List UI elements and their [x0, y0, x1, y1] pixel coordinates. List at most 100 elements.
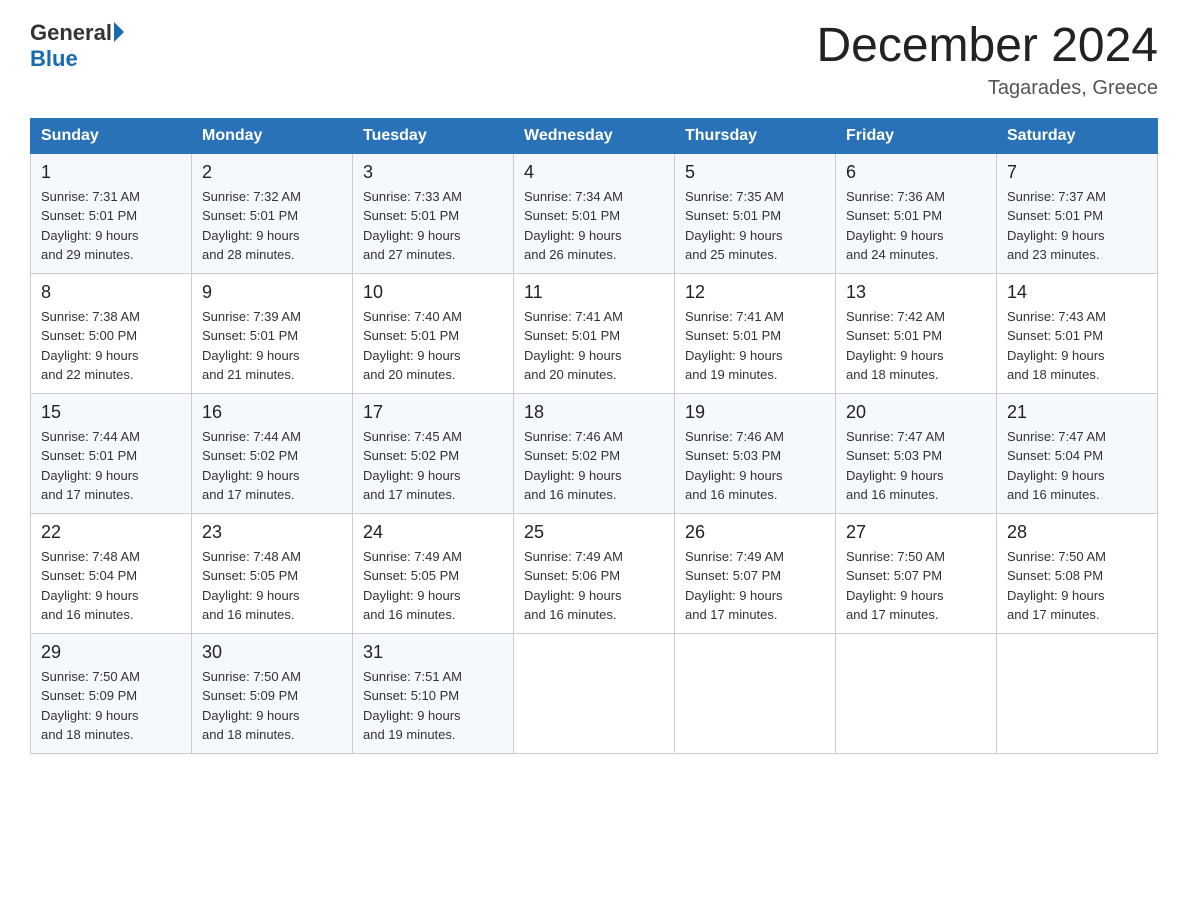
- day-number: 9: [202, 282, 342, 303]
- day-number: 14: [1007, 282, 1147, 303]
- day-number: 31: [363, 642, 503, 663]
- day-number: 28: [1007, 522, 1147, 543]
- day-info: Sunrise: 7:37 AM Sunset: 5:01 PM Dayligh…: [1007, 187, 1147, 265]
- calendar-week-row: 1 Sunrise: 7:31 AM Sunset: 5:01 PM Daylig…: [31, 153, 1158, 273]
- day-info: Sunrise: 7:50 AM Sunset: 5:07 PM Dayligh…: [846, 547, 986, 625]
- day-number: 16: [202, 402, 342, 423]
- day-info: Sunrise: 7:49 AM Sunset: 5:06 PM Dayligh…: [524, 547, 664, 625]
- col-wednesday: Wednesday: [514, 118, 675, 153]
- day-number: 1: [41, 162, 181, 183]
- day-info: Sunrise: 7:48 AM Sunset: 5:05 PM Dayligh…: [202, 547, 342, 625]
- calendar-cell: 6 Sunrise: 7:36 AM Sunset: 5:01 PM Daylig…: [836, 153, 997, 273]
- day-info: Sunrise: 7:36 AM Sunset: 5:01 PM Dayligh…: [846, 187, 986, 265]
- col-tuesday: Tuesday: [353, 118, 514, 153]
- day-number: 6: [846, 162, 986, 183]
- calendar-week-row: 22 Sunrise: 7:48 AM Sunset: 5:04 PM Dayli…: [31, 513, 1158, 633]
- calendar-body: 1 Sunrise: 7:31 AM Sunset: 5:01 PM Daylig…: [31, 153, 1158, 753]
- day-number: 10: [363, 282, 503, 303]
- calendar-cell: 11 Sunrise: 7:41 AM Sunset: 5:01 PM Dayli…: [514, 273, 675, 393]
- calendar-subtitle: Tagarades, Greece: [816, 77, 1158, 100]
- page-header: General Blue December 2024 Tagarades, Gr…: [30, 20, 1158, 100]
- calendar-week-row: 29 Sunrise: 7:50 AM Sunset: 5:09 PM Dayli…: [31, 633, 1158, 753]
- day-number: 22: [41, 522, 181, 543]
- calendar-cell: 10Sunrise: 7:40 AM Sunset: 5:01 PM Dayli…: [353, 273, 514, 393]
- day-number: 8: [41, 282, 181, 303]
- logo-text-general: General: [30, 20, 112, 46]
- calendar-cell: 9Sunrise: 7:39 AM Sunset: 5:01 PM Daylig…: [192, 273, 353, 393]
- day-info: Sunrise: 7:35 AM Sunset: 5:01 PM Dayligh…: [685, 187, 825, 265]
- calendar-cell: [514, 633, 675, 753]
- day-number: 29: [41, 642, 181, 663]
- calendar-cell: 26 Sunrise: 7:49 AM Sunset: 5:07 PM Dayli…: [675, 513, 836, 633]
- day-number: 30: [202, 642, 342, 663]
- day-number: 27: [846, 522, 986, 543]
- day-number: 18: [524, 402, 664, 423]
- day-number: 21: [1007, 402, 1147, 423]
- day-info: Sunrise: 7:32 AM Sunset: 5:01 PM Dayligh…: [202, 187, 342, 265]
- day-info: Sunrise: 7:33 AM Sunset: 5:01 PM Dayligh…: [363, 187, 503, 265]
- day-info: Sunrise: 7:48 AM Sunset: 5:04 PM Dayligh…: [41, 547, 181, 625]
- calendar-cell: 27 Sunrise: 7:50 AM Sunset: 5:07 PM Dayli…: [836, 513, 997, 633]
- calendar-cell: 8Sunrise: 7:38 AM Sunset: 5:00 PM Daylig…: [31, 273, 192, 393]
- calendar-cell: 12Sunrise: 7:41 AM Sunset: 5:01 PM Dayli…: [675, 273, 836, 393]
- day-number: 26: [685, 522, 825, 543]
- calendar-table: Sunday Monday Tuesday Wednesday Thursday…: [30, 118, 1158, 754]
- calendar-cell: 22 Sunrise: 7:48 AM Sunset: 5:04 PM Dayli…: [31, 513, 192, 633]
- day-number: 24: [363, 522, 503, 543]
- day-info: Sunrise: 7:44 AM Sunset: 5:01 PM Dayligh…: [41, 427, 181, 505]
- calendar-cell: 14 Sunrise: 7:43 AM Sunset: 5:01 PM Dayli…: [997, 273, 1158, 393]
- calendar-week-row: 15 Sunrise: 7:44 AM Sunset: 5:01 PM Dayli…: [31, 393, 1158, 513]
- day-number: 5: [685, 162, 825, 183]
- col-thursday: Thursday: [675, 118, 836, 153]
- calendar-cell: 5 Sunrise: 7:35 AM Sunset: 5:01 PM Daylig…: [675, 153, 836, 273]
- day-number: 15: [41, 402, 181, 423]
- day-info: Sunrise: 7:47 AM Sunset: 5:04 PM Dayligh…: [1007, 427, 1147, 505]
- day-number: 20: [846, 402, 986, 423]
- calendar-cell: 21 Sunrise: 7:47 AM Sunset: 5:04 PM Dayli…: [997, 393, 1158, 513]
- day-info: Sunrise: 7:43 AM Sunset: 5:01 PM Dayligh…: [1007, 307, 1147, 385]
- day-info: Sunrise: 7:50 AM Sunset: 5:09 PM Dayligh…: [202, 667, 342, 745]
- day-info: Sunrise: 7:50 AM Sunset: 5:09 PM Dayligh…: [41, 667, 181, 745]
- day-number: 23: [202, 522, 342, 543]
- logo-icon: General Blue: [30, 20, 124, 72]
- calendar-cell: 30 Sunrise: 7:50 AM Sunset: 5:09 PM Dayli…: [192, 633, 353, 753]
- day-number: 2: [202, 162, 342, 183]
- col-monday: Monday: [192, 118, 353, 153]
- col-friday: Friday: [836, 118, 997, 153]
- day-info: Sunrise: 7:41 AM Sunset: 5:01 PM Dayligh…: [524, 307, 664, 385]
- day-number: 25: [524, 522, 664, 543]
- logo-arrow-icon: [114, 22, 124, 42]
- calendar-header: Sunday Monday Tuesday Wednesday Thursday…: [31, 118, 1158, 153]
- day-number: 4: [524, 162, 664, 183]
- day-number: 12: [685, 282, 825, 303]
- calendar-cell: 29 Sunrise: 7:50 AM Sunset: 5:09 PM Dayli…: [31, 633, 192, 753]
- calendar-cell: [675, 633, 836, 753]
- calendar-cell: 28 Sunrise: 7:50 AM Sunset: 5:08 PM Dayli…: [997, 513, 1158, 633]
- day-number: 3: [363, 162, 503, 183]
- calendar-cell: 4Sunrise: 7:34 AM Sunset: 5:01 PM Daylig…: [514, 153, 675, 273]
- calendar-cell: 2 Sunrise: 7:32 AM Sunset: 5:01 PM Daylig…: [192, 153, 353, 273]
- calendar-cell: 18Sunrise: 7:46 AM Sunset: 5:02 PM Dayli…: [514, 393, 675, 513]
- day-info: Sunrise: 7:50 AM Sunset: 5:08 PM Dayligh…: [1007, 547, 1147, 625]
- calendar-cell: 31Sunrise: 7:51 AM Sunset: 5:10 PM Dayli…: [353, 633, 514, 753]
- calendar-cell: 15 Sunrise: 7:44 AM Sunset: 5:01 PM Dayli…: [31, 393, 192, 513]
- logo-text-blue: Blue: [30, 46, 78, 72]
- calendar-cell: 3 Sunrise: 7:33 AM Sunset: 5:01 PM Daylig…: [353, 153, 514, 273]
- logo: General Blue: [30, 20, 124, 72]
- calendar-cell: 20 Sunrise: 7:47 AM Sunset: 5:03 PM Dayli…: [836, 393, 997, 513]
- calendar-week-row: 8Sunrise: 7:38 AM Sunset: 5:00 PM Daylig…: [31, 273, 1158, 393]
- day-number: 17: [363, 402, 503, 423]
- day-info: Sunrise: 7:49 AM Sunset: 5:07 PM Dayligh…: [685, 547, 825, 625]
- day-info: Sunrise: 7:47 AM Sunset: 5:03 PM Dayligh…: [846, 427, 986, 505]
- calendar-cell: 1 Sunrise: 7:31 AM Sunset: 5:01 PM Daylig…: [31, 153, 192, 273]
- day-number: 11: [524, 282, 664, 303]
- day-info: Sunrise: 7:45 AM Sunset: 5:02 PM Dayligh…: [363, 427, 503, 505]
- day-info: Sunrise: 7:31 AM Sunset: 5:01 PM Dayligh…: [41, 187, 181, 265]
- calendar-cell: 25 Sunrise: 7:49 AM Sunset: 5:06 PM Dayli…: [514, 513, 675, 633]
- calendar-cell: 13Sunrise: 7:42 AM Sunset: 5:01 PM Dayli…: [836, 273, 997, 393]
- calendar-cell: [836, 633, 997, 753]
- calendar-cell: 17 Sunrise: 7:45 AM Sunset: 5:02 PM Dayli…: [353, 393, 514, 513]
- col-sunday: Sunday: [31, 118, 192, 153]
- calendar-title: December 2024: [816, 20, 1158, 73]
- calendar-cell: 7Sunrise: 7:37 AM Sunset: 5:01 PM Daylig…: [997, 153, 1158, 273]
